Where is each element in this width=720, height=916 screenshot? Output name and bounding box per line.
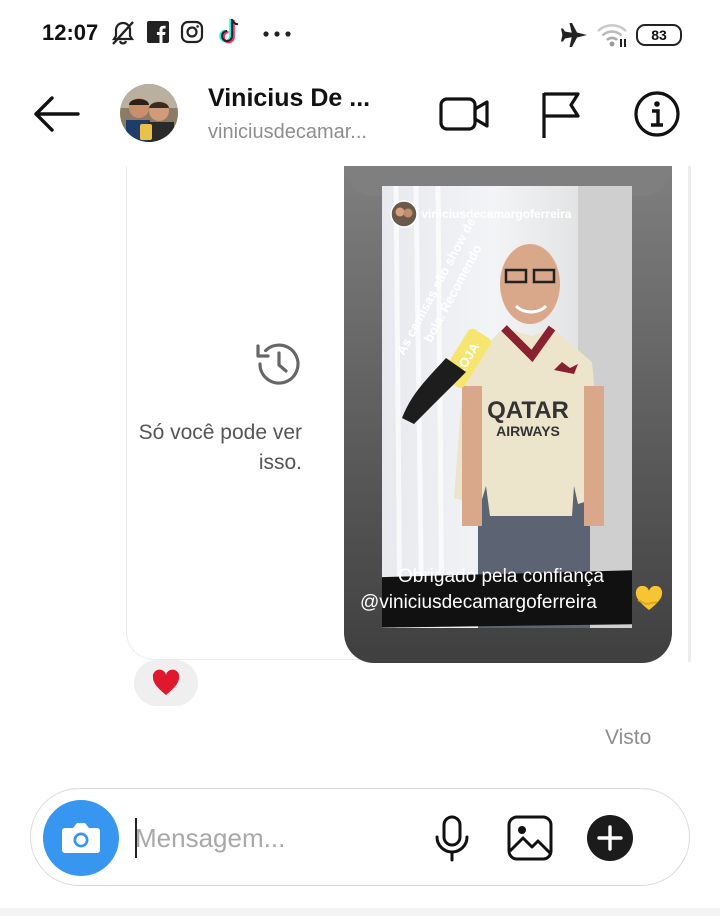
back-arrow-icon[interactable] [30, 88, 82, 140]
story-reply-bubble[interactable]: QATAR AIRWAYS As camisas são show de bol… [344, 166, 672, 663]
microphone-icon[interactable] [427, 813, 477, 863]
status-bar: 12:07 83 [0, 0, 720, 66]
airplane-icon [561, 23, 587, 47]
status-time: 12:07 [42, 20, 99, 45]
hidden-story-placeholder [126, 166, 366, 660]
story-avatar [390, 200, 418, 228]
shirt-text-qatar: QATAR [487, 397, 569, 424]
video-call-icon[interactable] [436, 86, 492, 142]
flag-icon[interactable] [534, 86, 590, 142]
story-username-row: viniciusdecamargoferreira [390, 200, 571, 228]
hidden-notice-text: Só você pode ver isso. [138, 421, 302, 474]
wifi-icon [597, 24, 627, 47]
yellow-heart-icon [635, 586, 663, 610]
heart-reaction[interactable] [134, 660, 198, 706]
bottom-edge [0, 908, 720, 916]
story-image: QATAR AIRWAYS As camisas são show de bol… [382, 186, 632, 628]
more-dots-icon [263, 31, 291, 37]
avatar[interactable] [120, 84, 178, 142]
story-caption-line2: @viniciusdecamargoferreira [360, 592, 597, 613]
instagram-icon [180, 20, 204, 44]
scroll-edge [688, 166, 691, 662]
story-caption-line1: Obrigado pela confiança [398, 566, 604, 587]
contact-username[interactable]: viniciusdecamar... [208, 121, 367, 144]
camera-button[interactable] [43, 800, 119, 876]
chat-header: Vinicius De ... viniciusdecamar... [0, 66, 720, 166]
camera-icon [62, 823, 100, 853]
battery-indicator: 83 [636, 24, 682, 46]
avatar-photo [120, 84, 178, 142]
seen-label: Visto [605, 726, 652, 749]
mute-bell-icon [111, 21, 135, 45]
facebook-icon [147, 21, 169, 43]
gallery-icon[interactable] [505, 813, 555, 863]
add-icon[interactable] [585, 813, 635, 863]
message-composer [30, 788, 690, 886]
message-thread[interactable]: Só você pode ver isso. QATAR AIRWAYS As … [0, 166, 720, 786]
message-input[interactable] [135, 815, 395, 861]
history-icon [256, 343, 300, 385]
contact-name[interactable]: Vinicius De ... [208, 84, 370, 113]
story-photo: QATAR AIRWAYS As camisas são show de bol… [382, 186, 632, 628]
shirt-text-airways: AIRWAYS [496, 423, 560, 439]
story-username: viniciusdecamargoferreira [421, 207, 572, 221]
tiktok-icon [219, 18, 239, 44]
heart-icon [152, 669, 180, 695]
info-icon[interactable] [630, 86, 686, 142]
